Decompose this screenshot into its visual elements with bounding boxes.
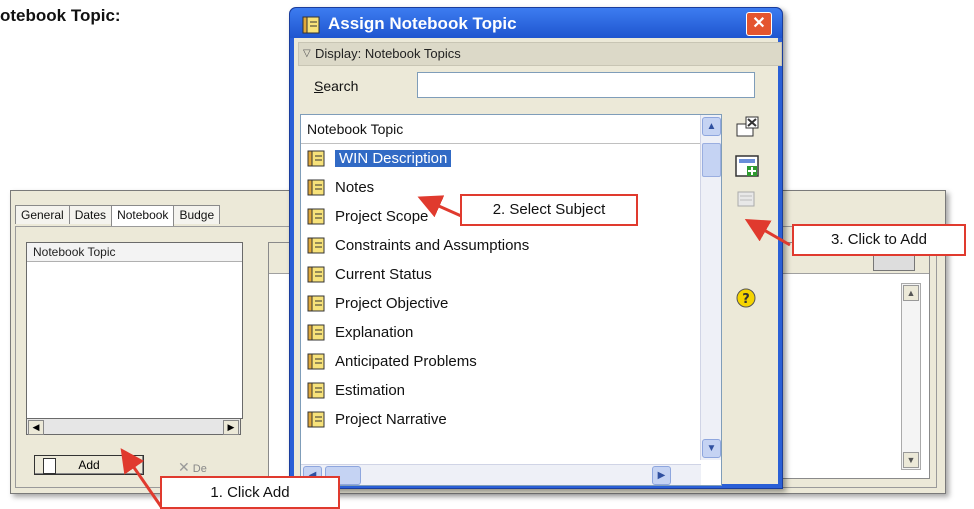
arrow-step1 (120, 448, 164, 509)
callout-click-to-add: 3. Click to Add (792, 224, 966, 256)
arrow-step3 (744, 219, 791, 247)
callout-select-subject: 2. Select Subject (460, 194, 638, 226)
callout-click-add: 1. Click Add (160, 476, 340, 509)
